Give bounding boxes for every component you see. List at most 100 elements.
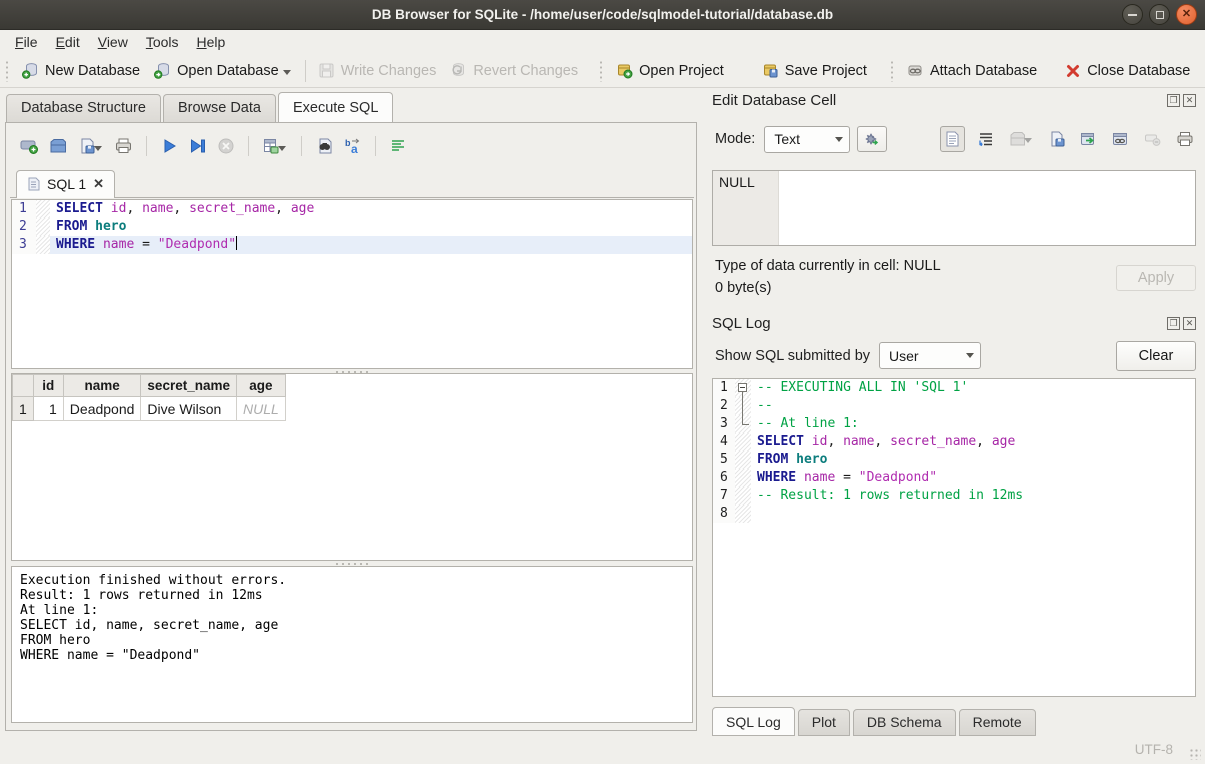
close-database-button[interactable]: Close Database [1058, 59, 1197, 83]
export-data-button[interactable] [1078, 129, 1099, 149]
sql-editor[interactable]: 1SELECT id, name, secret_name, age 2FROM… [11, 199, 693, 369]
open-url-button[interactable] [1110, 129, 1131, 149]
execute-sql-pane: ba SQL 1 ✕ 1SELECT id, name, secret_name… [5, 122, 697, 731]
save-sql-file-button[interactable] [75, 134, 107, 158]
close-dock-icon[interactable]: ✕ [1183, 317, 1196, 330]
maximize-icon [1156, 11, 1164, 19]
new-sql-tab-button[interactable] [16, 134, 42, 158]
toolbar-drag-handle[interactable] [890, 60, 895, 82]
submitter-value: User [889, 348, 919, 364]
menu-file[interactable]: File [6, 32, 47, 52]
corner-header[interactable] [13, 375, 34, 397]
import-data-button [1007, 129, 1036, 149]
tab-sql-log[interactable]: SQL Log [712, 707, 795, 736]
menu-view[interactable]: View [89, 32, 137, 52]
save-data-button[interactable] [1047, 129, 1067, 149]
find-button[interactable] [312, 134, 336, 158]
open-sql-file-button[interactable] [46, 134, 71, 158]
revert-changes-button: Revert Changes [443, 58, 585, 83]
execute-all-button[interactable] [157, 134, 181, 158]
tab-remote[interactable]: Remote [959, 709, 1036, 736]
left-panel: Database Structure Browse Data Execute S… [0, 88, 703, 735]
new-database-button[interactable]: New Database [15, 58, 147, 83]
close-database-icon [1065, 63, 1081, 79]
tab-execute-sql[interactable]: Execute SQL [278, 92, 393, 122]
toolbar-drag-handle[interactable] [5, 60, 10, 82]
resize-grip[interactable] [1189, 748, 1201, 760]
word-wrap-button[interactable] [386, 134, 410, 158]
menu-tools[interactable]: Tools [137, 32, 188, 52]
new-database-icon [22, 62, 39, 79]
save-file-dropdown-icon[interactable] [94, 146, 102, 151]
print-cell-button[interactable] [1174, 129, 1196, 149]
log-line: 2-- [713, 397, 1195, 415]
open-database-button[interactable]: Open Database [147, 58, 300, 83]
cell-age[interactable]: NULL [236, 397, 285, 421]
line-number: 1 [713, 379, 735, 397]
row-header[interactable]: 1 [13, 397, 34, 421]
sql1-tab-close-icon[interactable]: ✕ [93, 176, 104, 192]
cell-editor[interactable]: NULL [712, 170, 1196, 246]
clear-button[interactable]: Clear [1116, 341, 1196, 371]
menubar: File Edit View Tools Help [0, 30, 1205, 54]
column-header-name[interactable]: name [63, 375, 141, 397]
bottom-tab-bar: SQL Log Plot DB Schema Remote [712, 707, 1039, 736]
open-database-dropdown-icon[interactable] [283, 70, 291, 75]
line-number: 1 [12, 200, 36, 218]
stop-button [214, 134, 238, 158]
log-line: 4SELECT id, name, secret_name, age [713, 433, 1195, 451]
cell-secret-name[interactable]: Dive Wilson [141, 397, 237, 421]
stop-icon [217, 137, 235, 155]
auto-switch-mode-button[interactable] [857, 126, 887, 152]
export-icon [1080, 131, 1097, 147]
log-line: 3-- At line 1: [713, 415, 1195, 433]
open-project-button[interactable]: Open Project [609, 58, 731, 83]
minimize-button[interactable] [1122, 4, 1143, 25]
cell-size-info: 0 byte(s) [715, 280, 771, 296]
log-line: 5FROM hero [713, 451, 1195, 469]
print-sql-button[interactable] [111, 134, 136, 158]
tab-db-schema[interactable]: DB Schema [853, 709, 956, 736]
menu-edit[interactable]: Edit [47, 32, 89, 52]
write-changes-icon [318, 62, 335, 79]
float-dock-icon[interactable]: ❐ [1167, 94, 1180, 107]
word-wrap-cell-button[interactable] [976, 129, 996, 149]
column-header-age[interactable]: age [236, 375, 285, 397]
close-button[interactable]: ✕ [1176, 4, 1197, 25]
execute-line-button[interactable] [185, 134, 210, 158]
close-dock-icon[interactable]: ✕ [1183, 94, 1196, 107]
tab-plot[interactable]: Plot [798, 709, 850, 736]
encoding-indicator[interactable]: UTF-8 [1135, 742, 1173, 757]
attach-database-icon [907, 62, 924, 79]
filter-label: Show SQL submitted by [715, 348, 870, 364]
column-header-secret-name[interactable]: secret_name [141, 375, 237, 397]
log-line: 8 [713, 505, 1195, 523]
fold-collapse-icon[interactable] [738, 383, 747, 392]
submitter-select[interactable]: User [879, 342, 981, 369]
export-dropdown-icon[interactable] [278, 146, 286, 151]
sql1-tab[interactable]: SQL 1 ✕ [16, 170, 115, 198]
table-row[interactable]: 1 1 Deadpond Dive Wilson NULL [13, 397, 286, 421]
cell-id[interactable]: 1 [33, 397, 63, 421]
tab-browse-data[interactable]: Browse Data [163, 94, 276, 122]
maximize-button[interactable] [1149, 4, 1170, 25]
indent-icon [978, 131, 994, 147]
replace-button[interactable]: ba [340, 134, 365, 158]
line-number: 4 [713, 433, 735, 451]
svg-text:a: a [351, 142, 358, 155]
sql-log-view[interactable]: 1-- EXECUTING ALL IN 'SQL 1' 2-- 3-- At … [712, 378, 1196, 697]
open-database-icon [154, 62, 171, 79]
tab-database-structure[interactable]: Database Structure [6, 94, 161, 122]
export-results-button[interactable] [259, 134, 291, 158]
column-header-id[interactable]: id [33, 375, 63, 397]
save-project-button[interactable]: Save Project [755, 58, 874, 83]
mode-select[interactable]: Text [764, 126, 850, 153]
text-view-button[interactable] [940, 126, 965, 152]
menu-help[interactable]: Help [188, 32, 235, 52]
main-tab-bar: Database Structure Browse Data Execute S… [6, 94, 395, 122]
titlebar: DB Browser for SQLite - /home/user/code/… [0, 0, 1205, 30]
cell-name[interactable]: Deadpond [63, 397, 141, 421]
float-dock-icon[interactable]: ❐ [1167, 317, 1180, 330]
attach-database-button[interactable]: Attach Database [900, 58, 1044, 83]
toolbar-drag-handle[interactable] [599, 60, 604, 82]
